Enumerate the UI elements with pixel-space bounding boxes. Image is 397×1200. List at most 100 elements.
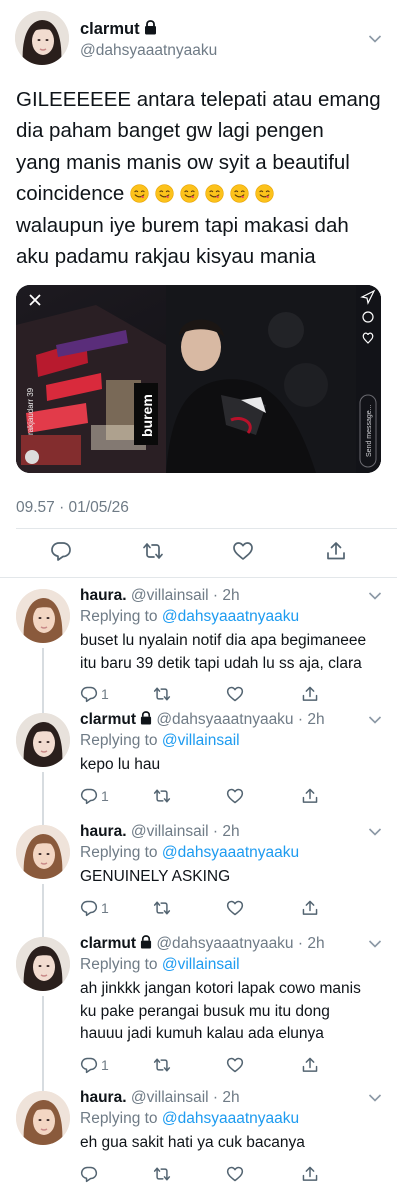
chevron-down-icon[interactable]: [368, 1093, 382, 1103]
retweet-button[interactable]: [153, 899, 171, 917]
chevron-down-icon[interactable]: [368, 34, 382, 44]
retweet-button[interactable]: [153, 787, 171, 805]
retweet-icon: [153, 1058, 171, 1071]
share-button[interactable]: [301, 787, 319, 805]
tweet-text: GILEEEEEE antara telepati atau emang dia…: [16, 84, 388, 272]
thread-line: [42, 996, 44, 1096]
reply-author[interactable]: haura. @villainsail · 2h: [80, 823, 240, 841]
story-avatar: [25, 450, 39, 464]
like-icon: [226, 900, 244, 915]
reply-text: buset lu nyalain notif dia apa begimanee…: [80, 630, 385, 675]
reply-meta: @villainsail · 2h: [130, 1089, 240, 1106]
replying-prefix: Replying to: [80, 608, 162, 625]
replying-prefix: Replying to: [80, 844, 162, 861]
reply-actions: [80, 1165, 380, 1183]
reply-text-line: kepo lu hau: [80, 756, 161, 773]
reply-text-line: ku pake perangai busuk mu itu dong: [80, 1002, 330, 1020]
reply-tweet[interactable]: clarmut @dahsyaaatnyaaku · 2h Replying to…: [0, 706, 397, 830]
chevron-down-icon[interactable]: [368, 715, 382, 725]
like-icon: [226, 1057, 244, 1072]
reply-meta: @dahsyaaatnyaaku · 2h: [156, 711, 325, 728]
replying-to-link[interactable]: @villainsail: [162, 956, 240, 973]
avatar[interactable]: [16, 713, 70, 767]
chevron-down-icon[interactable]: [368, 827, 382, 837]
reply-count: 1: [101, 787, 109, 804]
like-button[interactable]: [226, 1165, 244, 1183]
retweet-button[interactable]: [153, 1165, 171, 1183]
face-savoring-food-icon: [230, 184, 249, 203]
replying-to-link[interactable]: @dahsyaaatnyaaku: [162, 608, 299, 625]
replying-prefix: Replying to: [80, 956, 162, 973]
tweet-media-image[interactable]: burem rakjaudarr 39 Send message...: [16, 285, 381, 473]
reply-actions: 1: [80, 1056, 380, 1074]
share-icon: [302, 1057, 318, 1072]
like-button[interactable]: [226, 685, 244, 703]
reply-author[interactable]: clarmut @dahsyaaatnyaaku · 2h: [80, 711, 325, 729]
avatar[interactable]: [16, 1091, 70, 1145]
avatar[interactable]: [16, 825, 70, 879]
tweet-timestamp[interactable]: 09.57 · 01/05/26: [16, 499, 129, 517]
reply-text-line: eh gua sakit hati ya cuk bacanya: [80, 1134, 305, 1151]
avatar[interactable]: [15, 11, 69, 65]
reply-icon[interactable]: [50, 540, 72, 562]
reply-meta: @villainsail · 2h: [130, 823, 240, 840]
reply-button[interactable]: 1: [80, 787, 109, 805]
replying-to-link[interactable]: @dahsyaaatnyaaku: [162, 844, 299, 861]
reply-tweet[interactable]: haura. @villainsail · 2h Replying to @dah…: [0, 818, 397, 942]
share-icon: [302, 1166, 318, 1181]
reply-meta: @dahsyaaatnyaaku · 2h: [156, 935, 325, 952]
reply-tweet[interactable]: clarmut @dahsyaaatnyaaku · 2h Replying to…: [0, 930, 397, 1096]
display-name-text: haura.: [80, 823, 127, 840]
reply-button[interactable]: 1: [80, 899, 109, 917]
reply-tweet[interactable]: haura. @villainsail · 2h Replying to @dah…: [0, 582, 397, 718]
reply-text: kepo lu hau: [80, 754, 385, 777]
share-button[interactable]: [301, 1165, 319, 1183]
reply-actions: 1: [80, 685, 380, 703]
replying-to: Replying to @dahsyaaatnyaaku: [80, 844, 299, 862]
share-icon[interactable]: [325, 540, 347, 562]
tweet-text-line: aku padamu rakjau kisyau mania: [16, 245, 316, 269]
share-icon: [302, 686, 318, 701]
avatar[interactable]: [16, 937, 70, 991]
retweet-button[interactable]: [153, 1056, 171, 1074]
display-name[interactable]: clarmut: [80, 20, 157, 39]
lock-icon: [140, 711, 152, 725]
retweet-icon: [153, 901, 171, 914]
reply-tweet[interactable]: haura. @villainsail · 2h Replying to @dah…: [0, 1084, 397, 1200]
reply-author[interactable]: haura. @villainsail · 2h: [80, 1089, 240, 1107]
tweet-text-line: GILEEEEEE antara telepati atau emang: [16, 88, 381, 111]
replying-to-link[interactable]: @villainsail: [162, 732, 240, 749]
reply-icon: [80, 900, 98, 916]
reply-text-line: ah jinkkk jangan kotori lapak cowo manis: [80, 980, 361, 997]
like-button[interactable]: [226, 787, 244, 805]
reply-author[interactable]: clarmut @dahsyaaatnyaaku · 2h: [80, 935, 325, 953]
reply-author[interactable]: haura. @villainsail · 2h: [80, 587, 240, 605]
face-savoring-food-icon: [155, 184, 174, 203]
replying-to-link[interactable]: @dahsyaaatnyaaku: [162, 1110, 299, 1127]
lock-icon: [144, 20, 156, 35]
reply-button[interactable]: 1: [80, 685, 109, 703]
lock-icon: [140, 935, 152, 949]
like-button[interactable]: [226, 899, 244, 917]
divider: [0, 577, 397, 578]
avatar[interactable]: [16, 589, 70, 643]
share-button[interactable]: [301, 685, 319, 703]
reply-button[interactable]: 1: [80, 1056, 109, 1074]
display-name-text: clarmut: [80, 935, 136, 952]
handle[interactable]: @dahsyaaatnyaaku: [80, 42, 217, 60]
story-username: rakjaudarr 39: [26, 387, 35, 435]
share-button[interactable]: [301, 899, 319, 917]
reply-count: 1: [101, 1056, 109, 1073]
like-icon[interactable]: [232, 540, 254, 562]
retweet-button[interactable]: [153, 685, 171, 703]
chevron-down-icon[interactable]: [368, 939, 382, 949]
reply-actions: 1: [80, 899, 380, 917]
retweet-icon[interactable]: [142, 540, 164, 562]
face-savoring-food-icon: [130, 184, 149, 203]
chevron-down-icon[interactable]: [368, 591, 382, 601]
divider: [16, 528, 397, 529]
share-button[interactable]: [301, 1056, 319, 1074]
reply-button[interactable]: [80, 1165, 101, 1183]
replying-to: Replying to @villainsail: [80, 732, 240, 750]
like-button[interactable]: [226, 1056, 244, 1074]
